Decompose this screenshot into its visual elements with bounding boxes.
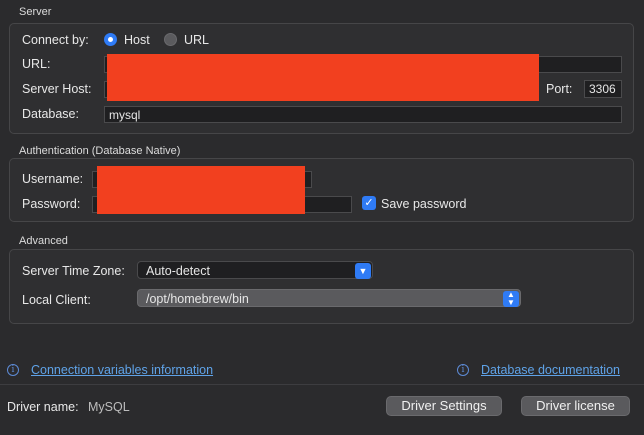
port-label: Port: (546, 82, 573, 96)
driver-name-value: MySQL (88, 400, 130, 414)
password-label: Password: (22, 197, 81, 211)
redaction-block (97, 166, 305, 214)
url-label: URL: (22, 57, 51, 71)
driver-license-button[interactable]: Driver license (521, 396, 630, 416)
timezone-value: Auto-detect (146, 264, 210, 278)
username-label: Username: (22, 172, 84, 186)
timezone-label: Server Time Zone: (22, 264, 125, 278)
database-label: Database: (22, 107, 79, 121)
auth-section-title: Authentication (Database Native) (19, 145, 181, 157)
timezone-select[interactable]: Auto-detect ▼ (137, 261, 373, 279)
host-radio-label: Host (124, 33, 150, 47)
local-client-label: Local Client: (22, 293, 91, 307)
driver-settings-button[interactable]: Driver Settings (386, 396, 502, 416)
connection-variables-link[interactable]: Connection variables information (31, 363, 213, 377)
local-client-select[interactable]: /opt/homebrew/bin ▲ ▼ (137, 289, 521, 307)
chevron-down-icon: ▼ (355, 263, 371, 279)
server-host-label: Server Host: (22, 82, 92, 96)
database-documentation-link[interactable]: Database documentation (481, 363, 620, 377)
url-radio[interactable] (164, 33, 177, 46)
info-icon: i (457, 364, 469, 376)
save-password-checkbox[interactable]: ✓ (362, 196, 376, 210)
advanced-section-title: Advanced (19, 235, 68, 247)
host-radio[interactable] (104, 33, 117, 46)
up-down-chevron-icon: ▲ ▼ (503, 291, 519, 307)
connect-by-label: Connect by: (22, 33, 89, 47)
redaction-block (107, 54, 539, 101)
save-password-label: Save password (381, 197, 467, 211)
port-input[interactable] (584, 80, 622, 98)
footer-divider (0, 384, 644, 385)
url-radio-label: URL (184, 33, 210, 47)
server-section-title: Server (19, 6, 52, 18)
database-input[interactable] (104, 106, 622, 123)
driver-name-label: Driver name: (7, 400, 79, 414)
info-icon: i (7, 364, 19, 376)
local-client-value: /opt/homebrew/bin (146, 292, 249, 306)
